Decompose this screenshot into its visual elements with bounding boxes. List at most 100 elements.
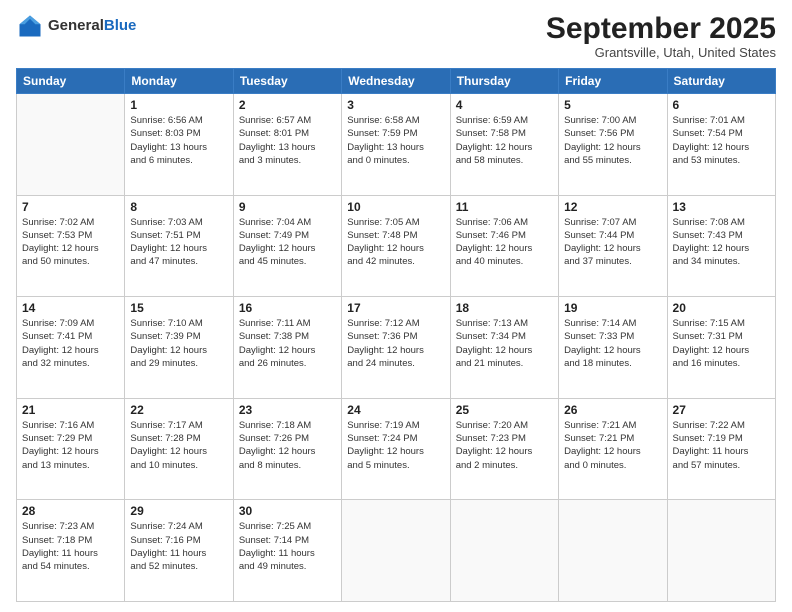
day-number: 4 (456, 98, 553, 112)
page: GeneralBlue September 2025 Grantsville, … (0, 0, 792, 612)
day-info: Sunrise: 7:22 AMSunset: 7:19 PMDaylight:… (673, 419, 770, 472)
col-thursday: Thursday (450, 69, 558, 94)
day-info: Sunrise: 6:57 AMSunset: 8:01 PMDaylight:… (239, 114, 336, 167)
calendar-cell (17, 94, 125, 196)
calendar-cell: 5Sunrise: 7:00 AMSunset: 7:56 PMDaylight… (559, 94, 667, 196)
day-number: 19 (564, 301, 661, 315)
day-info: Sunrise: 6:56 AMSunset: 8:03 PMDaylight:… (130, 114, 227, 167)
col-friday: Friday (559, 69, 667, 94)
day-info: Sunrise: 7:11 AMSunset: 7:38 PMDaylight:… (239, 317, 336, 370)
calendar-cell: 30 Sunrise: 7:25 AMSunset: 7:14 PMDayligh… (233, 500, 341, 602)
calendar-cell: 15Sunrise: 7:10 AMSunset: 7:39 PMDayligh… (125, 297, 233, 399)
day-number: 20 (673, 301, 770, 315)
day-info: Sunrise: 7:02 AMSunset: 7:53 PMDaylight:… (22, 216, 119, 269)
calendar-table: Sunday Monday Tuesday Wednesday Thursday… (16, 68, 776, 602)
calendar-cell: 21Sunrise: 7:16 AMSunset: 7:29 PMDayligh… (17, 398, 125, 500)
day-number: 23 (239, 403, 336, 417)
calendar-cell: 28 Sunrise: 7:23 AMSunset: 7:18 PMDayligh… (17, 500, 125, 602)
day-info: Sunrise: 7:05 AMSunset: 7:48 PMDaylight:… (347, 216, 444, 269)
calendar-cell (559, 500, 667, 602)
calendar-cell: 24 Sunrise: 7:19 AMSunset: 7:24 PMDayligh… (342, 398, 450, 500)
calendar-cell: 6Sunrise: 7:01 AMSunset: 7:54 PMDaylight… (667, 94, 775, 196)
logo: GeneralBlue (16, 12, 136, 40)
day-number: 28 (22, 504, 119, 518)
day-number: 10 (347, 200, 444, 214)
day-info: Sunrise: 7:23 AMSunset: 7:18 PMDaylight:… (22, 520, 119, 573)
day-number: 15 (130, 301, 227, 315)
header-row: Sunday Monday Tuesday Wednesday Thursday… (17, 69, 776, 94)
day-info: Sunrise: 7:03 AMSunset: 7:51 PMDaylight:… (130, 216, 227, 269)
title-block: September 2025 Grantsville, Utah, United… (546, 12, 776, 60)
day-number: 5 (564, 98, 661, 112)
day-info: Sunrise: 7:06 AMSunset: 7:46 PMDaylight:… (456, 216, 553, 269)
calendar-cell: 3Sunrise: 6:58 AMSunset: 7:59 PMDaylight… (342, 94, 450, 196)
logo-general: General (48, 17, 104, 34)
day-number: 30 (239, 504, 336, 518)
week-row-3: 14 Sunrise: 7:09 AMSunset: 7:41 PMDayligh… (17, 297, 776, 399)
week-row-5: 28 Sunrise: 7:23 AMSunset: 7:18 PMDayligh… (17, 500, 776, 602)
calendar-cell: 18Sunrise: 7:13 AMSunset: 7:34 PMDayligh… (450, 297, 558, 399)
logo-blue: Blue (104, 17, 137, 34)
day-info: Sunrise: 7:24 AMSunset: 7:16 PMDaylight:… (130, 520, 227, 573)
calendar-cell: 1 Sunrise: 6:56 AMSunset: 8:03 PMDaylight… (125, 94, 233, 196)
day-info: Sunrise: 7:04 AMSunset: 7:49 PMDaylight:… (239, 216, 336, 269)
day-number: 16 (239, 301, 336, 315)
calendar-cell: 7 Sunrise: 7:02 AMSunset: 7:53 PMDaylight… (17, 195, 125, 297)
day-info: Sunrise: 7:19 AMSunset: 7:24 PMDaylight:… (347, 419, 444, 472)
calendar-cell: 13Sunrise: 7:08 AMSunset: 7:43 PMDayligh… (667, 195, 775, 297)
calendar-cell: 12Sunrise: 7:07 AMSunset: 7:44 PMDayligh… (559, 195, 667, 297)
day-number: 17 (347, 301, 444, 315)
day-number: 6 (673, 98, 770, 112)
week-row-4: 21Sunrise: 7:16 AMSunset: 7:29 PMDayligh… (17, 398, 776, 500)
logo-text: GeneralBlue (48, 17, 136, 35)
day-number: 27 (673, 403, 770, 417)
calendar-cell: 14 Sunrise: 7:09 AMSunset: 7:41 PMDayligh… (17, 297, 125, 399)
day-number: 18 (456, 301, 553, 315)
calendar-cell: 26Sunrise: 7:21 AMSunset: 7:21 PMDayligh… (559, 398, 667, 500)
day-number: 21 (22, 403, 119, 417)
calendar-cell (667, 500, 775, 602)
day-number: 3 (347, 98, 444, 112)
calendar-cell: 2Sunrise: 6:57 AMSunset: 8:01 PMDaylight… (233, 94, 341, 196)
day-number: 25 (456, 403, 553, 417)
day-number: 7 (22, 200, 119, 214)
day-info: Sunrise: 7:25 AMSunset: 7:14 PMDaylight:… (239, 520, 336, 573)
calendar-cell: 10 Sunrise: 7:05 AMSunset: 7:48 PMDayligh… (342, 195, 450, 297)
header: GeneralBlue September 2025 Grantsville, … (16, 12, 776, 60)
calendar-cell: 19 Sunrise: 7:14 AMSunset: 7:33 PMDayligh… (559, 297, 667, 399)
calendar-cell: 4 Sunrise: 6:59 AMSunset: 7:58 PMDaylight… (450, 94, 558, 196)
calendar-cell (450, 500, 558, 602)
day-number: 1 (130, 98, 227, 112)
calendar-cell: 17 Sunrise: 7:12 AMSunset: 7:36 PMDayligh… (342, 297, 450, 399)
day-number: 14 (22, 301, 119, 315)
calendar-cell: 22Sunrise: 7:17 AMSunset: 7:28 PMDayligh… (125, 398, 233, 500)
calendar-cell: 29 Sunrise: 7:24 AMSunset: 7:16 PMDayligh… (125, 500, 233, 602)
calendar-cell: 23Sunrise: 7:18 AMSunset: 7:26 PMDayligh… (233, 398, 341, 500)
day-info: Sunrise: 7:07 AMSunset: 7:44 PMDaylight:… (564, 216, 661, 269)
day-info: Sunrise: 7:09 AMSunset: 7:41 PMDaylight:… (22, 317, 119, 370)
col-monday: Monday (125, 69, 233, 94)
day-number: 24 (347, 403, 444, 417)
calendar-cell: 16 Sunrise: 7:11 AMSunset: 7:38 PMDayligh… (233, 297, 341, 399)
day-info: Sunrise: 7:17 AMSunset: 7:28 PMDaylight:… (130, 419, 227, 472)
day-number: 26 (564, 403, 661, 417)
day-number: 9 (239, 200, 336, 214)
calendar-cell: 11 Sunrise: 7:06 AMSunset: 7:46 PMDayligh… (450, 195, 558, 297)
week-row-1: 1 Sunrise: 6:56 AMSunset: 8:03 PMDaylight… (17, 94, 776, 196)
day-number: 29 (130, 504, 227, 518)
day-info: Sunrise: 6:59 AMSunset: 7:58 PMDaylight:… (456, 114, 553, 167)
calendar-cell: 20 Sunrise: 7:15 AMSunset: 7:31 PMDayligh… (667, 297, 775, 399)
day-info: Sunrise: 7:12 AMSunset: 7:36 PMDaylight:… (347, 317, 444, 370)
calendar-cell: 9 Sunrise: 7:04 AMSunset: 7:49 PMDaylight… (233, 195, 341, 297)
day-info: Sunrise: 7:14 AMSunset: 7:33 PMDaylight:… (564, 317, 661, 370)
col-tuesday: Tuesday (233, 69, 341, 94)
day-number: 11 (456, 200, 553, 214)
day-number: 8 (130, 200, 227, 214)
calendar-cell: 8 Sunrise: 7:03 AMSunset: 7:51 PMDaylight… (125, 195, 233, 297)
calendar-cell: 25Sunrise: 7:20 AMSunset: 7:23 PMDayligh… (450, 398, 558, 500)
day-info: Sunrise: 7:15 AMSunset: 7:31 PMDaylight:… (673, 317, 770, 370)
col-wednesday: Wednesday (342, 69, 450, 94)
col-sunday: Sunday (17, 69, 125, 94)
calendar-cell (342, 500, 450, 602)
location-subtitle: Grantsville, Utah, United States (546, 45, 776, 60)
